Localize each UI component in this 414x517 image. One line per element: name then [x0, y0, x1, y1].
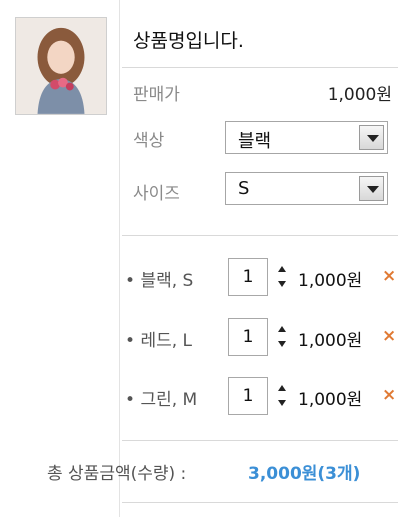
divider: [122, 67, 398, 68]
color-select-value: 블랙: [238, 131, 272, 152]
color-label: 색상: [133, 131, 165, 151]
option-price: 1,000원: [298, 390, 363, 410]
product-name: 상품명입니다.: [133, 30, 244, 52]
quantity-input[interactable]: [228, 318, 268, 356]
divider: [122, 235, 398, 236]
increase-arrow-icon[interactable]: [276, 322, 288, 337]
selected-option-row: • 블랙, S 1,000원 ×: [0, 258, 414, 298]
chevron-down-icon[interactable]: [359, 125, 384, 150]
product-thumbnail: [15, 17, 107, 115]
quantity-input[interactable]: [228, 258, 268, 296]
product-photo-image: [16, 18, 106, 114]
remove-option-button[interactable]: ×: [382, 326, 396, 346]
selected-option-row: • 그린, M 1,000원 ×: [0, 377, 414, 417]
color-select[interactable]: 블랙: [225, 121, 388, 154]
selected-option-row: • 레드, L 1,000원 ×: [0, 318, 414, 358]
remove-option-button[interactable]: ×: [382, 266, 396, 286]
divider: [122, 440, 398, 441]
option-price: 1,000원: [298, 271, 363, 291]
price-value: 1,000원: [327, 85, 392, 105]
size-select[interactable]: S: [225, 172, 388, 205]
quantity-stepper[interactable]: [276, 262, 288, 292]
total-value: 3,000원(3개): [248, 464, 361, 484]
divider: [122, 502, 398, 503]
remove-option-button[interactable]: ×: [382, 385, 396, 405]
price-label: 판매가: [133, 85, 180, 105]
quantity-stepper[interactable]: [276, 322, 288, 352]
decrease-arrow-icon[interactable]: [276, 396, 288, 411]
decrease-arrow-icon[interactable]: [276, 337, 288, 352]
option-price: 1,000원: [298, 331, 363, 351]
increase-arrow-icon[interactable]: [276, 262, 288, 277]
option-name: • 블랙, S: [125, 271, 194, 291]
size-label: 사이즈: [133, 184, 180, 204]
quantity-stepper[interactable]: [276, 381, 288, 411]
total-label: 총 상품금액(수량) :: [47, 464, 187, 484]
chevron-down-icon[interactable]: [359, 176, 384, 201]
decrease-arrow-icon[interactable]: [276, 277, 288, 292]
option-name: • 레드, L: [125, 331, 192, 351]
increase-arrow-icon[interactable]: [276, 381, 288, 396]
option-name: • 그린, M: [125, 390, 198, 410]
size-select-value: S: [238, 178, 250, 199]
quantity-input[interactable]: [228, 377, 268, 415]
